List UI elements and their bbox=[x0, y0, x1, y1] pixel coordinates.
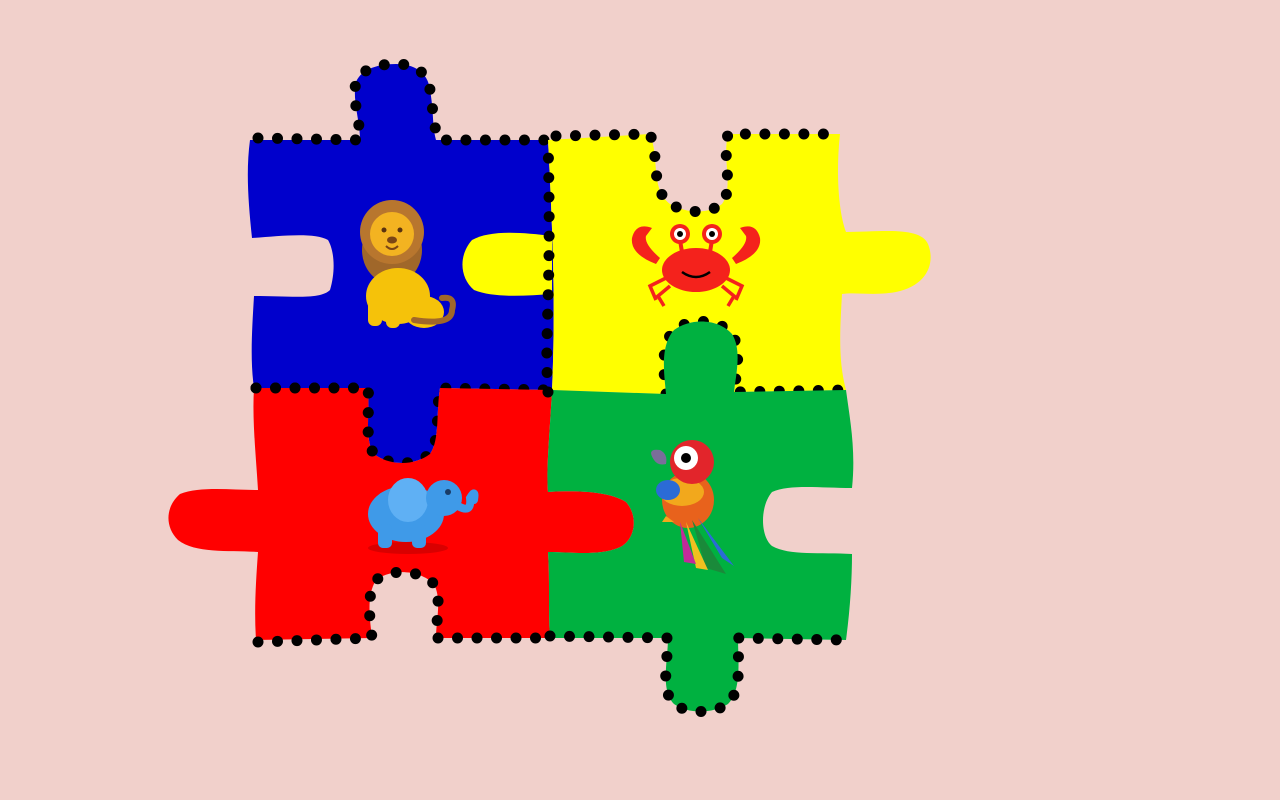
piece-fill-extension bbox=[462, 232, 552, 296]
puzzle-board bbox=[168, 58, 931, 717]
